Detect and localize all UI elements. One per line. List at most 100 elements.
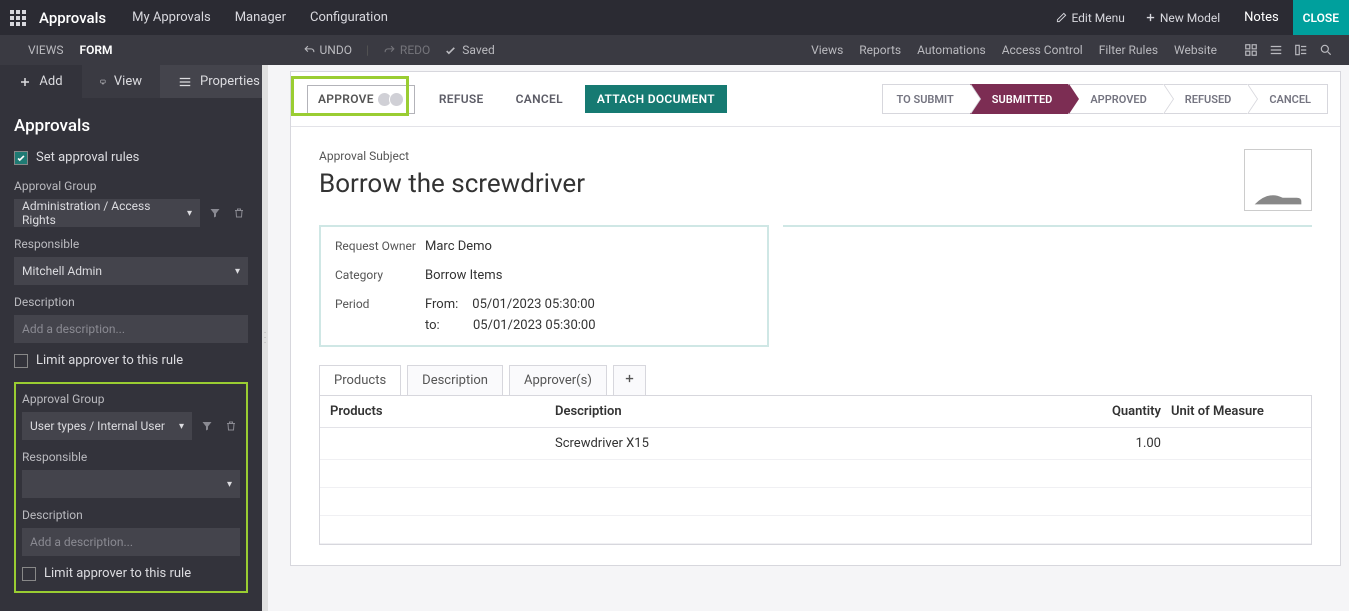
- table-row[interactable]: Screwdriver X15 1.00: [320, 428, 1311, 460]
- step-approved[interactable]: APPROVED: [1068, 84, 1162, 114]
- approval-group-select-2[interactable]: User types / Internal User ▾: [22, 412, 192, 440]
- topbar: Approvals My Approvals Manager Configura…: [0, 0, 1349, 35]
- responsible-value: Mitchell Admin: [22, 264, 102, 278]
- new-model-link[interactable]: New Model: [1135, 11, 1230, 25]
- undo-icon: [303, 44, 316, 57]
- limit-label-2: Limit approver to this rule: [44, 566, 191, 581]
- apps-icon[interactable]: [0, 0, 35, 35]
- cell-description: Screwdriver X15: [555, 436, 1081, 451]
- filter-icon[interactable]: [198, 417, 216, 435]
- tab-view-label: View: [114, 74, 142, 89]
- top-nav: My Approvals Manager Configuration: [120, 0, 400, 35]
- chevron-down-icon: ▾: [227, 479, 232, 490]
- plus-icon: [1145, 12, 1156, 23]
- approve-button[interactable]: APPROVE: [307, 85, 415, 114]
- search-icon[interactable]: [1318, 43, 1333, 58]
- trash-icon[interactable]: [230, 204, 248, 222]
- close-button[interactable]: CLOSE: [1293, 0, 1349, 35]
- limit-row-2[interactable]: Limit approver to this rule: [22, 566, 240, 581]
- cancel-button[interactable]: CANCEL: [506, 86, 573, 112]
- tab-add[interactable]: [613, 365, 646, 395]
- view-list-icon[interactable]: [1268, 43, 1283, 58]
- responsible-label: Responsible: [14, 237, 248, 251]
- view-form-icon[interactable]: [1293, 43, 1308, 58]
- category-value: Borrow Items: [425, 268, 502, 283]
- placeholder-image: [1244, 149, 1312, 211]
- link-views[interactable]: Views: [811, 43, 843, 57]
- th-products: Products: [330, 404, 555, 419]
- tab-description[interactable]: Description: [407, 365, 503, 395]
- brand: Approvals: [35, 9, 120, 27]
- link-automations[interactable]: Automations: [917, 43, 986, 57]
- tab-products[interactable]: Products: [319, 365, 401, 395]
- undo-button[interactable]: UNDO: [303, 43, 352, 57]
- table-row[interactable]: [320, 488, 1311, 516]
- notes-link[interactable]: Notes: [1230, 10, 1293, 25]
- step-submitted[interactable]: SUBMITTED: [970, 84, 1069, 114]
- responsible-select-2[interactable]: ▾: [22, 470, 240, 498]
- checkbox-checked-icon[interactable]: [14, 151, 28, 165]
- chevron-down-icon: ▾: [235, 266, 240, 277]
- subject-label: Approval Subject: [319, 149, 585, 163]
- undo-label: UNDO: [320, 43, 352, 57]
- nav-configuration[interactable]: Configuration: [298, 0, 400, 35]
- category-label: Category: [335, 268, 425, 283]
- step-refused[interactable]: REFUSED: [1163, 84, 1248, 114]
- step-to-submit[interactable]: TO SUBMIT: [882, 84, 970, 114]
- link-reports[interactable]: Reports: [859, 43, 901, 57]
- approval-group-highlight: Approval Group User types / Internal Use…: [14, 382, 248, 593]
- filter-icon[interactable]: [206, 204, 224, 222]
- view-kanban-icon[interactable]: [1243, 43, 1258, 58]
- checkbox-unchecked-icon[interactable]: [22, 567, 36, 581]
- tab-properties[interactable]: Properties: [160, 65, 262, 98]
- step-cancel[interactable]: CANCEL: [1247, 84, 1328, 114]
- topbar-right: Edit Menu New Model Notes CLOSE: [1046, 0, 1349, 35]
- checkbox-unchecked-icon[interactable]: [14, 354, 28, 368]
- responsible-select[interactable]: Mitchell Admin ▾: [14, 257, 248, 285]
- table-row[interactable]: [320, 460, 1311, 488]
- details-box: Request Owner Marc Demo Category Borrow …: [319, 225, 769, 347]
- nav-my-approvals[interactable]: My Approvals: [120, 0, 223, 35]
- nav-manager[interactable]: Manager: [223, 0, 298, 35]
- link-filter-rules[interactable]: Filter Rules: [1099, 43, 1158, 57]
- table-header: Products Description Quantity Unit of Me…: [320, 396, 1311, 428]
- status-steps: TO SUBMIT SUBMITTED APPROVED REFUSED CAN…: [882, 84, 1328, 114]
- main: Add View Properties Approvals Set approv…: [0, 65, 1349, 611]
- description-input[interactable]: [14, 315, 248, 343]
- description-input-2[interactable]: [22, 528, 240, 556]
- chevron-down-icon: ▾: [187, 208, 192, 219]
- description-label-2: Description: [22, 508, 240, 522]
- period-to-value: 05/01/2023 05:30:00: [473, 318, 596, 333]
- description-label: Description: [14, 295, 248, 309]
- approval-group-select[interactable]: Administration / Access Rights ▾: [14, 199, 200, 227]
- edit-menu-link[interactable]: Edit Menu: [1046, 11, 1134, 25]
- tab-properties-label: Properties: [200, 74, 260, 89]
- table-row[interactable]: [320, 516, 1311, 544]
- pencil-icon: [1056, 12, 1067, 23]
- tab-add[interactable]: Add: [0, 65, 82, 98]
- sidebar-body: Approvals Set approval rules Approval Gr…: [0, 98, 262, 611]
- views-label: VIEWS: [28, 43, 64, 57]
- limit-row[interactable]: Limit approver to this rule: [14, 353, 248, 368]
- owner-value: Marc Demo: [425, 239, 492, 254]
- link-website[interactable]: Website: [1174, 43, 1217, 57]
- refuse-button[interactable]: REFUSE: [429, 86, 494, 112]
- cell-qty: 1.00: [1081, 436, 1161, 451]
- period-to-label: to:: [425, 318, 459, 333]
- monitor-icon: [100, 75, 106, 89]
- th-description: Description: [555, 404, 1081, 419]
- trash-icon[interactable]: [222, 417, 240, 435]
- form-label: FORM: [80, 43, 113, 57]
- tab-approvers[interactable]: Approver(s): [509, 365, 607, 395]
- chevron-down-icon: ▾: [179, 421, 184, 432]
- approval-group-label-2: Approval Group: [22, 392, 240, 406]
- products-table: Products Description Quantity Unit of Me…: [319, 395, 1312, 545]
- tab-view[interactable]: View: [82, 65, 160, 98]
- sidebar-tabs: Add View Properties: [0, 65, 262, 98]
- approval-group-value: Administration / Access Rights: [22, 199, 187, 227]
- set-rules-row[interactable]: Set approval rules: [14, 150, 248, 165]
- th-uom: Unit of Measure: [1161, 404, 1301, 419]
- link-access-control[interactable]: Access Control: [1002, 43, 1083, 57]
- redo-button[interactable]: REDO: [383, 43, 430, 57]
- attach-document-button[interactable]: ATTACH DOCUMENT: [585, 85, 727, 113]
